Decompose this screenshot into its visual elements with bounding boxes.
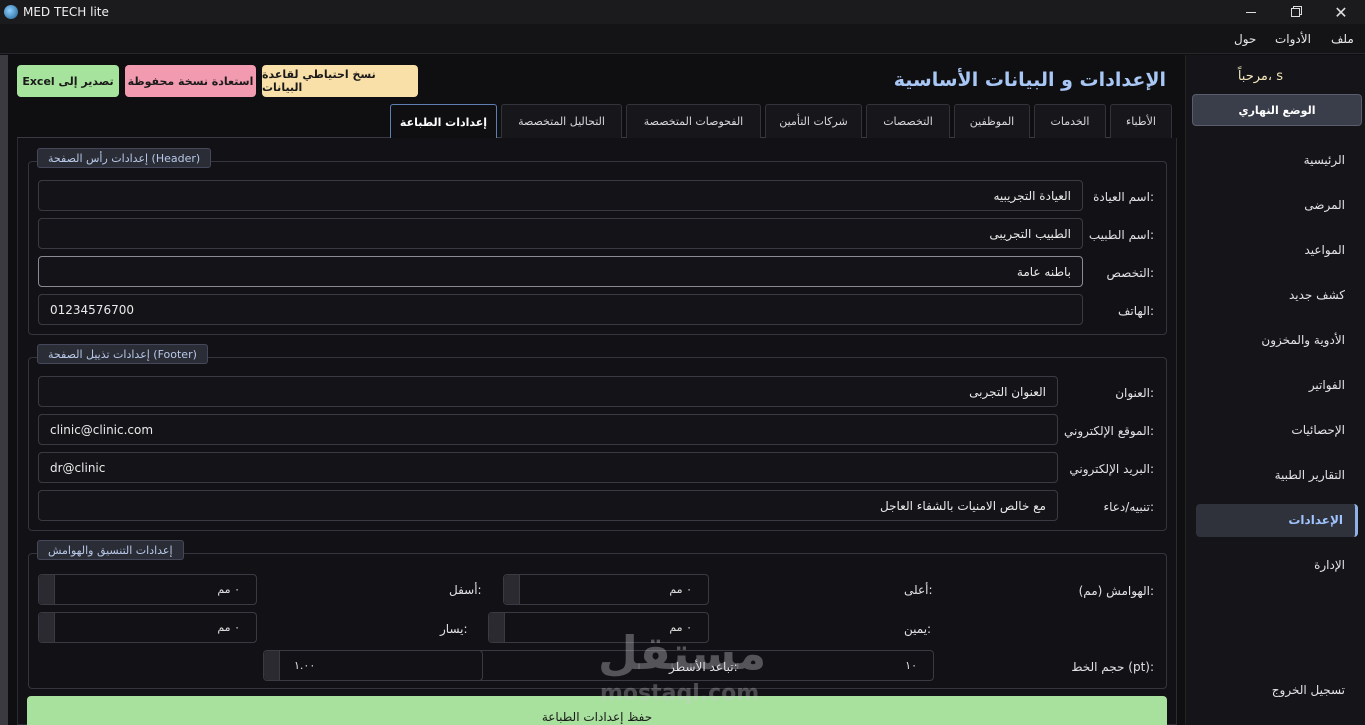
doctor-name-label: اسم الطبيب: (1088, 228, 1154, 242)
note-field[interactable]: مع خالص الامنيات بالشفاء العاجل (38, 490, 1058, 521)
header-settings-group: إعدادات رأس الصفحة (Header) اسم العيادة:… (28, 148, 1167, 335)
footer-settings-group: إعدادات تذييل الصفحة (Footer) العنوان: ا… (28, 344, 1167, 531)
layout-settings-title: إعدادات التنسيق والهوامش (37, 540, 184, 560)
sidebar: مرحباً، s الوضع النهاري الرئيسية المرضى … (1185, 55, 1365, 725)
sidebar-item-medicines[interactable]: الأدوية والمخزون (1261, 333, 1345, 347)
spin-buttons[interactable] (504, 575, 520, 604)
tab-special-analyses[interactable]: التحاليل المتخصصة (501, 104, 622, 138)
clinic-name-value: العيادة التجريبيه (993, 188, 1072, 203)
close-icon: ✕ (1334, 2, 1348, 22)
window-title: MED TECH lite (23, 5, 109, 19)
sidebar-item-patients[interactable]: المرضى (1304, 198, 1345, 212)
header-settings-title: إعدادات رأس الصفحة (Header) (37, 148, 212, 168)
email-value: dr@clinic (50, 460, 106, 475)
sidebar-item-home[interactable]: الرئيسية (1304, 153, 1345, 167)
welcome-text: مرحباً، s (1237, 69, 1283, 84)
email-field[interactable]: dr@clinic (38, 452, 1058, 483)
minimize-icon (1246, 11, 1256, 13)
line-spacing-value: ١.٠٠ (294, 659, 316, 672)
tab-services[interactable]: الخدمات (1034, 104, 1106, 138)
website-value: clinic@clinic.com (50, 422, 154, 437)
tab-doctors[interactable]: الأطباء (1110, 104, 1172, 138)
sidebar-item-medical-reports[interactable]: التقارير الطبية (1275, 468, 1345, 482)
menu-tools[interactable]: الأدوات (1275, 32, 1311, 46)
restore-button[interactable]: استعادة نسخة محفوظة (125, 65, 256, 97)
spin-buttons[interactable] (264, 651, 280, 680)
sidebar-item-settings[interactable]: الإعدادات (1196, 504, 1358, 537)
tab-special-exams[interactable]: الفحوصات المتخصصة (626, 104, 761, 138)
spin-buttons[interactable] (39, 575, 55, 604)
export-excel-button[interactable]: Excel تصدير إلى (17, 65, 119, 97)
title-bar: MED TECH lite ✕ (0, 0, 1365, 24)
website-label: الموقع الإلكتروني: (1064, 424, 1154, 438)
note-label: تنبيه/دعاء: (1103, 500, 1154, 514)
margin-left-spinbox[interactable]: ٠ مم (38, 612, 257, 643)
sidebar-item-settings-label: الإعدادات (1288, 513, 1343, 527)
watermark-url: mostaql.com (600, 681, 760, 706)
clinic-name-field[interactable]: العيادة التجريبيه (38, 180, 1083, 211)
specialty-field[interactable]: باطنه عامة (38, 256, 1083, 287)
tab-employees[interactable]: الموظفين (954, 104, 1030, 138)
tab-bar: الأطباء الخدمات الموظفين التخصصات شركات … (17, 104, 1172, 139)
tab-specialties[interactable]: التخصصات (866, 104, 950, 138)
sidebar-item-logout[interactable]: تسجيل الخروج (1272, 683, 1345, 697)
specialty-value: باطنه عامة (1016, 264, 1071, 279)
spin-buttons[interactable] (489, 613, 505, 642)
maximize-icon (1290, 7, 1300, 17)
font-size-value: ١٠ (905, 659, 917, 672)
address-value: العنوان التجربى (969, 384, 1046, 399)
margin-bottom-label: أسفل: (449, 583, 482, 597)
margin-right-label: يمين: (904, 622, 932, 636)
menu-file[interactable]: ملف (1331, 32, 1354, 46)
day-mode-button[interactable]: الوضع النهاري (1192, 94, 1362, 126)
sidebar-item-statistics[interactable]: الإحصائيات (1291, 423, 1345, 437)
phone-value: 01234576700 (50, 302, 134, 317)
margin-bottom-spinbox[interactable]: ٠ مم (38, 574, 257, 605)
spin-buttons[interactable] (39, 613, 55, 642)
doctor-name-field[interactable]: الطبيب التجريبى (38, 218, 1083, 249)
save-print-settings-button[interactable]: حفظ إعدادات الطباعة (27, 696, 1167, 725)
font-size-label: حجم الخط (pt): (1071, 660, 1154, 674)
left-scrollbar[interactable] (0, 55, 8, 725)
backup-button[interactable]: نسخ احتياطي لقاعدة البيانات (262, 65, 418, 97)
clinic-name-label: اسم العيادة: (1093, 190, 1154, 204)
sidebar-item-admin[interactable]: الإدارة (1314, 558, 1345, 572)
line-spacing-spinbox[interactable]: ١.٠٠ (263, 650, 483, 681)
menu-about[interactable]: حول (1234, 32, 1256, 46)
sidebar-item-invoices[interactable]: الفواتير (1309, 378, 1345, 392)
margins-label: الهوامش (مم): (1078, 584, 1154, 598)
app-logo-icon (4, 5, 18, 19)
address-field[interactable]: العنوان التجربى (38, 376, 1058, 407)
margin-left-label: يسار: (440, 622, 468, 636)
minimize-button[interactable] (1228, 0, 1274, 24)
sidebar-item-appointments[interactable]: المواعيد (1304, 243, 1345, 257)
phone-label: الهاتف: (1118, 304, 1154, 318)
maximize-button[interactable] (1272, 0, 1318, 24)
print-settings-panel: إعدادات رأس الصفحة (Header) اسم العيادة:… (17, 138, 1177, 725)
margin-top-label: أعلى: (904, 583, 933, 597)
margin-left-value: ٠ مم (217, 621, 240, 634)
watermark-logo: مستقل (598, 626, 767, 680)
close-button[interactable]: ✕ (1318, 0, 1364, 24)
website-field[interactable]: clinic@clinic.com (38, 414, 1058, 445)
tab-print-settings[interactable]: إعدادات الطباعة (390, 104, 497, 139)
phone-field[interactable]: 01234576700 (38, 294, 1083, 325)
address-label: العنوان: (1115, 386, 1154, 400)
sidebar-item-new-exam[interactable]: كشف جديد (1289, 288, 1345, 302)
email-label: البريد الإلكتروني: (1069, 462, 1154, 476)
page-title: الإعدادات و البيانات الأساسية (893, 69, 1166, 91)
tab-insurance[interactable]: شركات التأمين (765, 104, 862, 138)
margin-bottom-value: ٠ مم (217, 583, 240, 596)
margin-top-value: ٠ مم (669, 583, 692, 596)
doctor-name-value: الطبيب التجريبى (989, 226, 1071, 241)
specialty-label: التخصص: (1106, 266, 1154, 280)
note-value: مع خالص الامنيات بالشفاء العاجل (880, 498, 1046, 513)
footer-settings-title: إعدادات تذييل الصفحة (Footer) (37, 344, 208, 364)
margin-top-spinbox[interactable]: ٠ مم (503, 574, 709, 605)
menu-bar: ملف الأدوات حول (0, 24, 1365, 54)
